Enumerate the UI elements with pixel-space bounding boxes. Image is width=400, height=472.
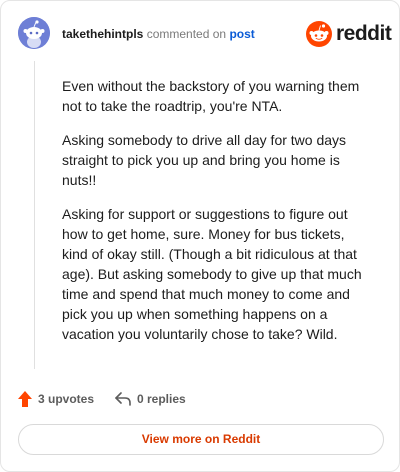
user-avatar[interactable] <box>18 17 50 49</box>
comment-actions: 3 upvotes 0 replies <box>18 389 384 409</box>
snoo-avatar-icon <box>18 17 50 49</box>
upvote-arrow-icon <box>18 391 32 407</box>
upvote-count: 3 upvotes <box>38 392 95 406</box>
reddit-logo[interactable]: reddit <box>306 21 392 47</box>
view-more-button[interactable]: View more on Reddit <box>18 424 384 455</box>
post-link[interactable]: post <box>229 27 254 41</box>
comment-paragraph: Even without the backstory of you warnin… <box>62 78 360 114</box>
reply-arrow-icon <box>115 392 131 406</box>
thread-line <box>34 61 35 369</box>
comment-header: takethehintpls commented on post reddit <box>18 17 392 51</box>
commented-on-text: commented on <box>146 27 227 41</box>
username-link[interactable]: takethehintpls <box>62 27 143 41</box>
comment-byline: takethehintpls commented on post <box>62 27 255 41</box>
comment-body: Even without the backstory of you warnin… <box>62 76 372 358</box>
reply-count: 0 replies <box>137 392 186 406</box>
reddit-logo-icon <box>306 21 332 47</box>
reply-button[interactable]: 0 replies <box>115 389 186 409</box>
comment-embed-card: takethehintpls commented on post reddit … <box>0 0 400 472</box>
reddit-wordmark: reddit <box>336 22 392 45</box>
comment-paragraph: Asking for support or suggestions to fig… <box>62 206 362 342</box>
upvote-button[interactable]: 3 upvotes <box>18 389 94 409</box>
comment-paragraph: Asking somebody to drive all day for two… <box>62 132 347 188</box>
